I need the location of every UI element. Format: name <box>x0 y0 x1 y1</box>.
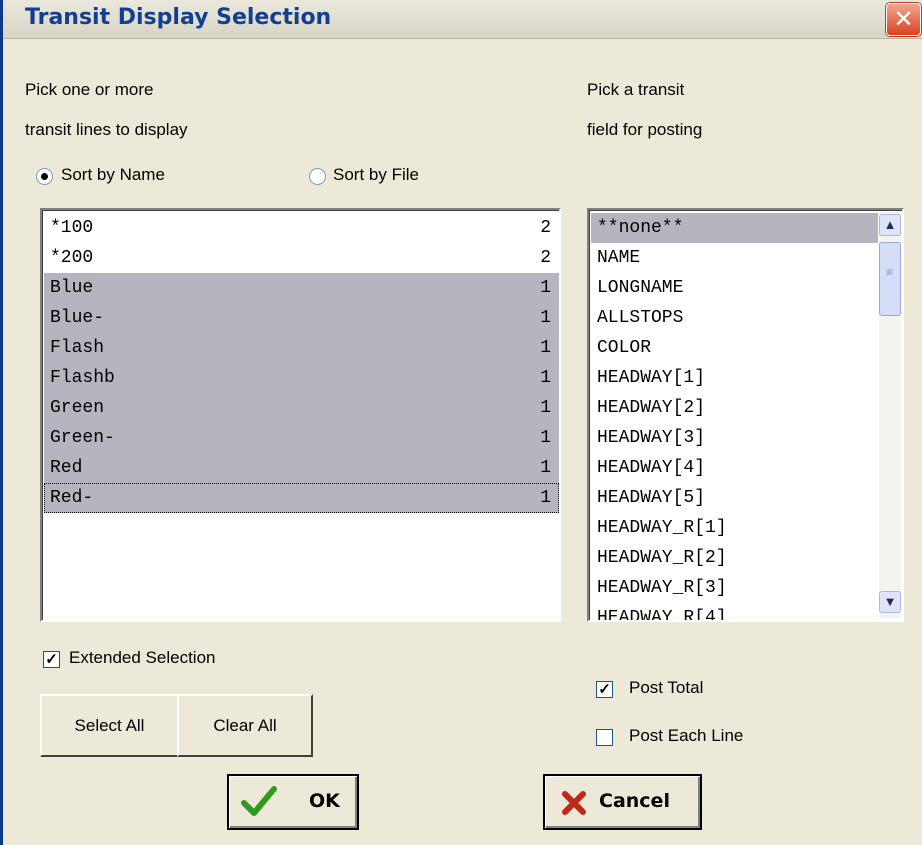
field-name: LONGNAME <box>597 278 684 298</box>
radio-indicator[interactable] <box>309 168 326 185</box>
close-button[interactable]: ✕ <box>886 3 921 36</box>
checkbox-box[interactable]: ✓ <box>596 681 613 698</box>
list-item[interactable]: HEADWAY_R[4] <box>591 603 878 622</box>
list-item[interactable]: Flash 1 <box>44 333 559 363</box>
cancel-button[interactable]: Cancel <box>543 774 702 830</box>
field-name: HEADWAY[3] <box>597 428 706 448</box>
field-name: **none** <box>597 218 684 238</box>
list-item[interactable]: HEADWAY_R[1] <box>591 513 878 543</box>
field-name: ALLSTOPS <box>597 308 684 328</box>
scroll-down-button[interactable]: ▼ <box>879 591 901 613</box>
list-item[interactable]: Red 1 <box>44 453 559 483</box>
line-name: Green <box>50 398 105 418</box>
scroll-thumb[interactable] <box>879 242 901 316</box>
line-count: 1 <box>540 488 551 508</box>
field-name: HEADWAY_R[4] <box>597 608 727 622</box>
field-label-line1: Pick a transit <box>587 80 685 99</box>
field-name: HEADWAY[4] <box>597 458 706 478</box>
list-item[interactable]: Red- 1 <box>44 483 559 513</box>
ok-label: OK <box>309 790 340 812</box>
list-item[interactable]: *200 2 <box>44 243 559 273</box>
check-icon <box>241 786 277 816</box>
field-name: HEADWAY[5] <box>597 488 706 508</box>
line-count: 2 <box>540 248 551 268</box>
list-item[interactable]: *100 2 <box>44 213 559 243</box>
title-bar[interactable]: Transit Display Selection ✕ <box>3 0 922 39</box>
field-name: HEADWAY[2] <box>597 398 706 418</box>
checkbox-box[interactable]: ✓ <box>43 651 60 668</box>
list-item[interactable]: HEADWAY_R[2] <box>591 543 878 573</box>
checkmark-icon: ✓ <box>45 651 58 668</box>
line-name: Red <box>50 458 83 478</box>
list-item[interactable]: Blue 1 <box>44 273 559 303</box>
list-item[interactable]: HEADWAY[3] <box>591 423 878 453</box>
list-item[interactable]: Flashb 1 <box>44 363 559 393</box>
sort-by-file-label: Sort by File <box>333 165 419 184</box>
line-name: Blue <box>50 278 94 298</box>
select-all-label: Select All <box>74 716 145 735</box>
line-name: *100 <box>50 218 94 238</box>
list-item[interactable]: HEADWAY[4] <box>591 453 878 483</box>
field-name: NAME <box>597 248 641 268</box>
lines-label-line1: Pick one or more <box>25 80 154 99</box>
field-name: HEADWAY_R[2] <box>597 548 727 568</box>
transit-lines-listbox[interactable]: *100 2 *200 2 Blue 1 Blue- 1 Flash 1 Flashb 1 Green 1… <box>40 208 561 622</box>
dialog-window: Transit Display Selection ✕ Pick one or … <box>0 0 922 845</box>
list-item[interactable]: Blue- 1 <box>44 303 559 333</box>
field-name: HEADWAY[1] <box>597 368 706 388</box>
clear-all-button[interactable]: Clear All <box>177 694 313 757</box>
cancel-label: Cancel <box>599 790 670 812</box>
line-count: 2 <box>540 218 551 238</box>
list-item[interactable]: NAME <box>591 243 878 273</box>
list-item[interactable]: HEADWAY[5] <box>591 483 878 513</box>
line-count: 1 <box>540 278 551 298</box>
field-name: COLOR <box>597 338 652 358</box>
field-name: HEADWAY_R[1] <box>597 518 727 538</box>
list-item[interactable]: Green- 1 <box>44 423 559 453</box>
line-count: 1 <box>540 458 551 478</box>
line-name: Red- <box>50 488 94 508</box>
close-icon: ✕ <box>893 5 914 33</box>
list-item[interactable]: **none** <box>591 213 878 243</box>
select-all-button[interactable]: Select All <box>40 694 179 757</box>
window-title: Transit Display Selection <box>25 5 332 30</box>
line-count: 1 <box>540 428 551 448</box>
list-item[interactable]: HEADWAY[1] <box>591 363 878 393</box>
clear-all-label: Clear All <box>213 716 277 735</box>
line-count: 1 <box>540 398 551 418</box>
ok-button[interactable]: OK <box>227 774 359 830</box>
post-total-label: Post Total <box>629 678 704 697</box>
list-item[interactable]: COLOR <box>591 333 878 363</box>
checkbox-box[interactable] <box>596 729 613 746</box>
chevron-up-icon: ▲ <box>883 217 897 232</box>
list-item[interactable]: ALLSTOPS <box>591 303 878 333</box>
line-name: Blue- <box>50 308 105 328</box>
extended-selection-label: Extended Selection <box>69 648 216 667</box>
lines-label-line2: transit lines to display <box>25 120 188 139</box>
field-label-line2: field for posting <box>587 120 703 139</box>
chevron-down-icon: ▼ <box>883 594 897 609</box>
sort-by-name-label: Sort by Name <box>61 165 165 184</box>
x-icon <box>562 791 586 815</box>
fields-scrollbar[interactable]: ▲ ▼ <box>879 212 901 618</box>
radio-indicator[interactable] <box>36 168 53 185</box>
line-name: *200 <box>50 248 94 268</box>
list-item[interactable]: HEADWAY_R[3] <box>591 573 878 603</box>
line-name: Green- <box>50 428 115 448</box>
line-count: 1 <box>540 368 551 388</box>
line-count: 1 <box>540 338 551 358</box>
list-item[interactable]: HEADWAY[2] <box>591 393 878 423</box>
line-name: Flashb <box>50 368 115 388</box>
field-name: HEADWAY_R[3] <box>597 578 727 598</box>
list-item[interactable]: LONGNAME <box>591 273 878 303</box>
post-each-line-label: Post Each Line <box>629 726 744 745</box>
scroll-up-button[interactable]: ▲ <box>879 214 901 236</box>
checkmark-icon: ✓ <box>598 681 611 698</box>
line-count: 1 <box>540 308 551 328</box>
line-name: Flash <box>50 338 105 358</box>
transit-fields-listbox[interactable]: **none** NAME LONGNAME ALLSTOPS COLOR HEADWAY… <box>587 208 904 622</box>
list-item[interactable]: Green 1 <box>44 393 559 423</box>
